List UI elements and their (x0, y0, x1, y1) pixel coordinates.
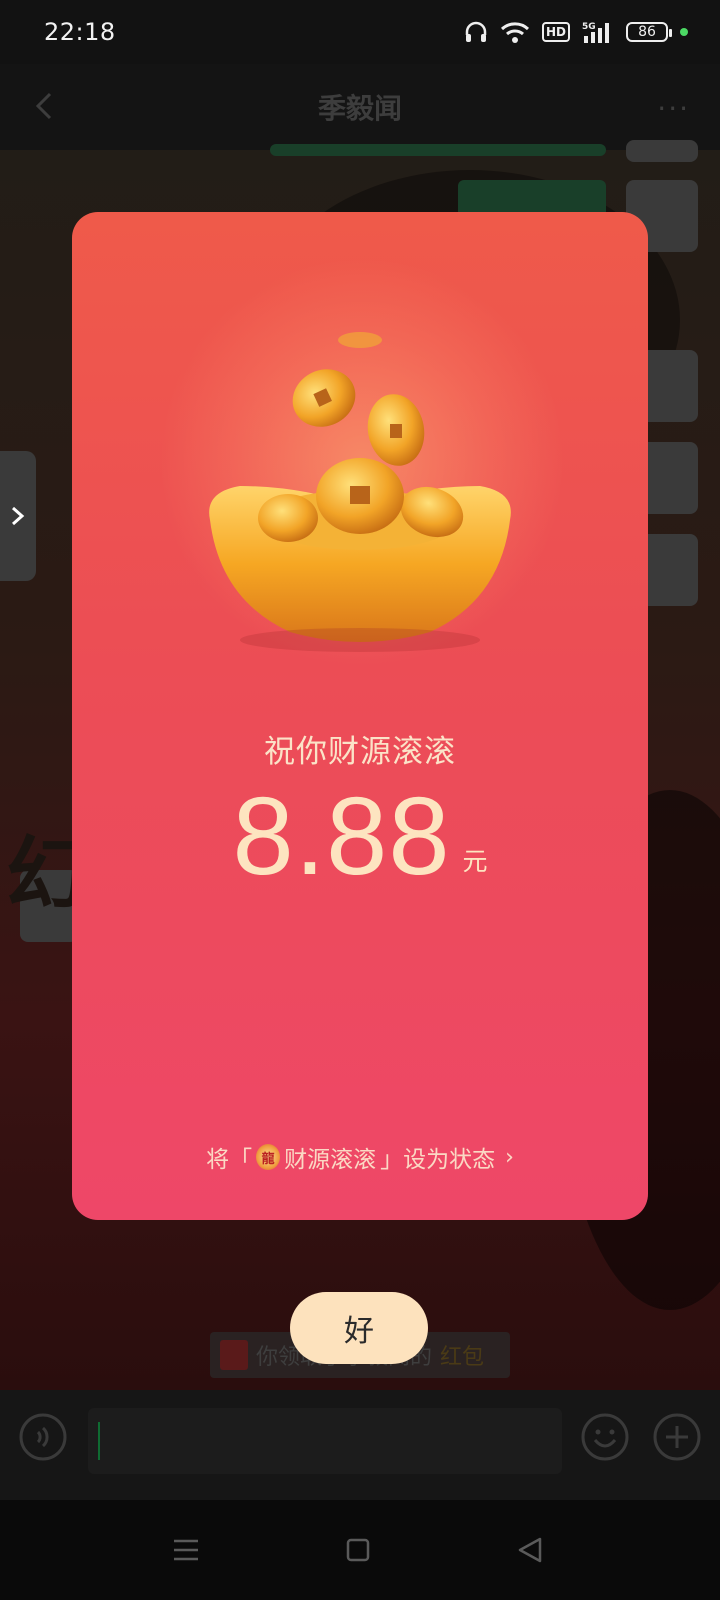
plus-icon[interactable] (652, 1412, 702, 1462)
set-status-link[interactable]: 将「 龍 财源滚滚 」设为状态 › (72, 1140, 648, 1174)
status-bar: 22:18 HD 5G 86 (0, 0, 720, 64)
status-link-suffix: 」设为状态 (380, 1147, 496, 1173)
status-link-name: 财源滚滚 (284, 1147, 377, 1173)
message-input[interactable] (88, 1408, 562, 1474)
back-icon[interactable] (28, 88, 64, 124)
status-time: 22:18 (44, 18, 116, 46)
status-link-prefix: 将「 (206, 1147, 253, 1173)
dragon-icon: 龍 (256, 1144, 281, 1170)
signal-icon: 5G (582, 22, 609, 43)
menu-icon[interactable] (166, 1530, 206, 1570)
chat-input-bar (0, 1390, 720, 1500)
message-bubble[interactable] (270, 144, 606, 156)
more-icon[interactable]: ··· (657, 92, 690, 125)
red-packet-dialog: 祝你财源滚滚 8.88 元 将「 龍 财源滚滚 」设为状态 › (72, 212, 648, 1220)
amount-value: 8.88 (232, 775, 451, 898)
home-icon[interactable] (338, 1530, 378, 1570)
hd-badge: HD (541, 22, 570, 42)
wifi-icon (500, 22, 530, 43)
svg-text:5G: 5G (582, 22, 596, 32)
side-panel-handle[interactable] (0, 451, 36, 581)
amount-row: 8.88 元 (72, 782, 648, 892)
chat-title: 季毅闻 (317, 92, 402, 125)
blessing-text: 祝你财源滚滚 (264, 734, 456, 770)
system-nav-bar (0, 1500, 720, 1600)
red-packet-icon (220, 1340, 248, 1370)
gold-ingot-icon (209, 332, 511, 652)
text-cursor (98, 1422, 100, 1460)
amount-unit: 元 (462, 847, 488, 876)
chevron-right-icon (12, 506, 25, 526)
back-nav-icon[interactable] (510, 1530, 550, 1570)
battery-indicator: 86 (626, 22, 672, 42)
chat-header: 季毅闻 ··· (0, 64, 720, 150)
headphone-icon (465, 21, 487, 42)
status-icons: HD 5G 86 (464, 20, 688, 44)
chevron-right-icon: › (505, 1144, 514, 1170)
receipt-link[interactable]: 红包 (440, 1339, 484, 1371)
voice-icon[interactable] (18, 1412, 68, 1462)
avatar[interactable] (626, 140, 698, 162)
privacy-dot (680, 28, 688, 36)
emoji-icon[interactable] (580, 1412, 630, 1462)
ok-button[interactable]: 好 (290, 1292, 428, 1364)
